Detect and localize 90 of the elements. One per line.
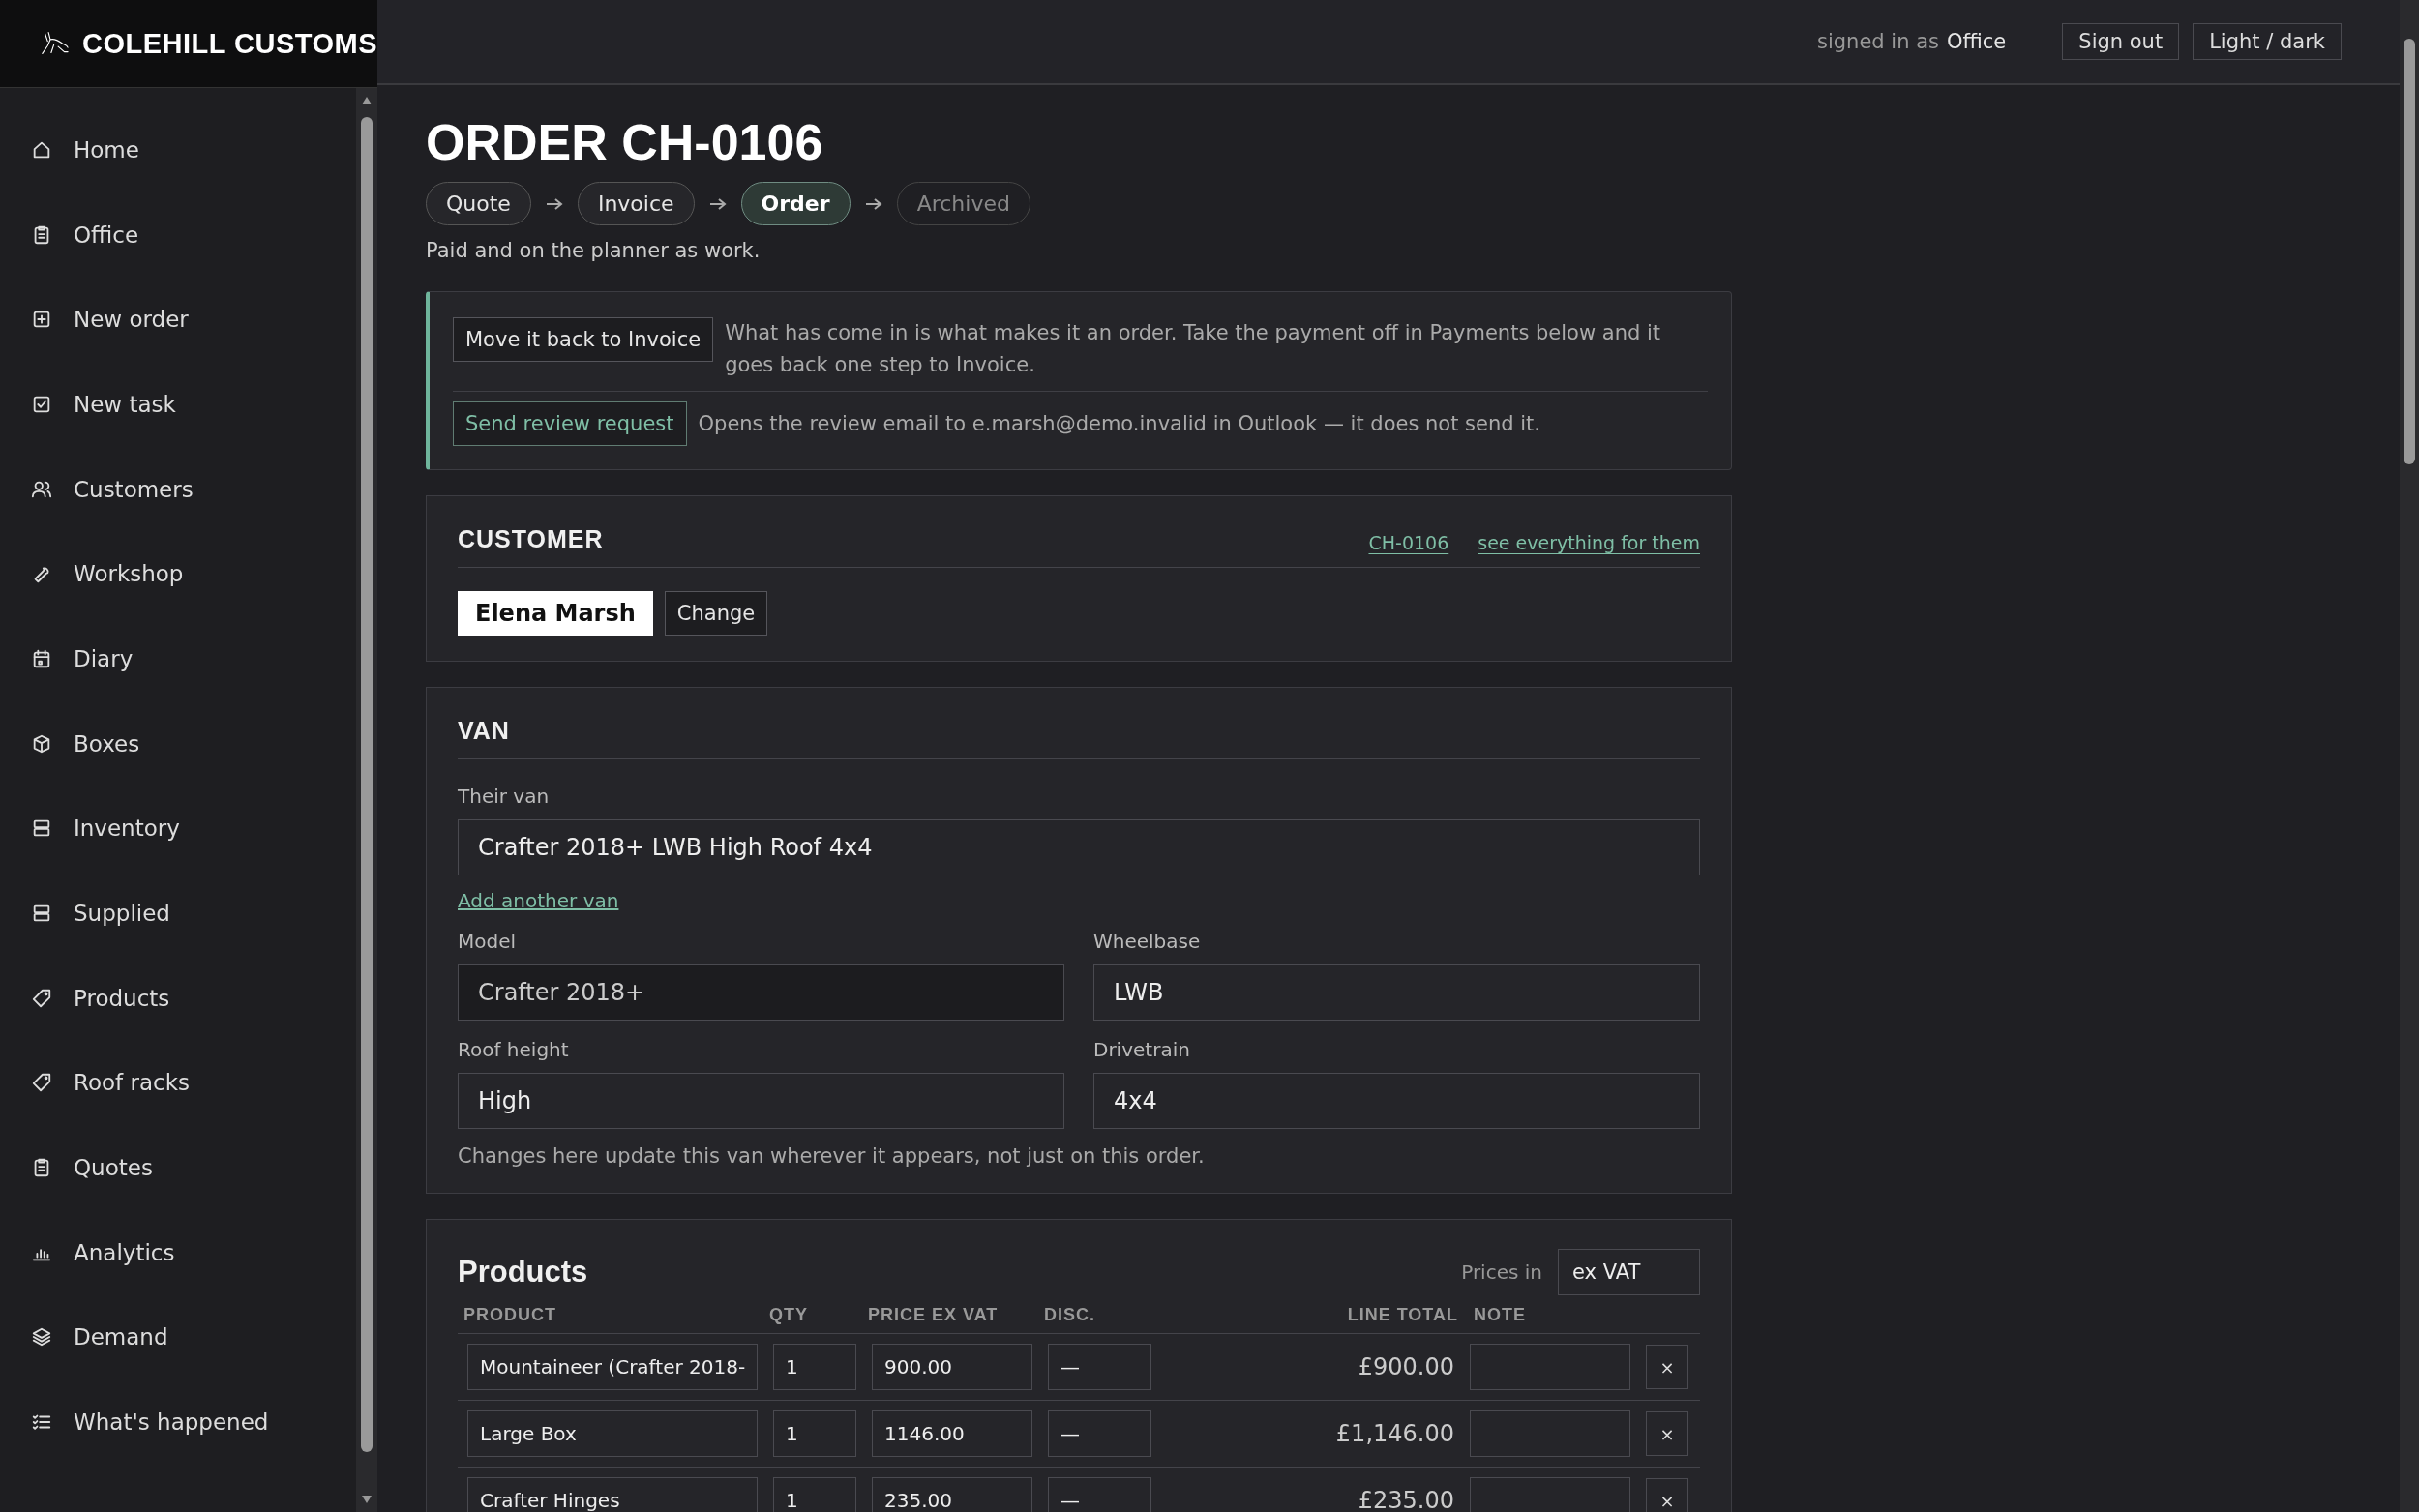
link[interactable]: see everything for them — [1478, 532, 1700, 554]
nav-item[interactable]: Diary — [0, 616, 356, 701]
brand-name: COLEHILL CUSTOMS — [82, 27, 377, 60]
nav-item[interactable]: What's happened — [0, 1379, 356, 1465]
arrow-icon — [863, 195, 883, 212]
remove-button[interactable]: × — [1646, 1411, 1688, 1457]
column-header: QTY — [769, 1305, 809, 1326]
nav-item[interactable]: Supplied — [0, 871, 356, 956]
change-button[interactable]: Change — [664, 591, 768, 637]
stage-pill[interactable]: Order — [740, 182, 851, 226]
tag-icon — [31, 987, 52, 1009]
column-header: NOTE — [1474, 1305, 1527, 1326]
input-field[interactable] — [1470, 1477, 1630, 1512]
line-total: £235.00 — [1357, 1487, 1454, 1512]
scroll-down-icon[interactable] — [361, 1495, 373, 1504]
arrow-icon — [544, 195, 564, 212]
input-field[interactable] — [1470, 1344, 1630, 1391]
remove-button[interactable]: × — [1646, 1478, 1688, 1512]
nav-item[interactable]: Analytics — [0, 1209, 356, 1295]
action-button[interactable]: Move it back to Invoice — [453, 317, 714, 363]
nav-item[interactable]: Boxes — [0, 700, 356, 786]
scroll-thumb[interactable] — [361, 117, 373, 1452]
input-field[interactable]: — — [1048, 1410, 1151, 1458]
select-field[interactable]: ex VAT — [1558, 1249, 1700, 1296]
input-field[interactable]: 235.00 — [872, 1477, 1032, 1512]
help-text: Changes here update this van wherever it appears, not just on this order. — [458, 1144, 1206, 1169]
link[interactable]: CH-0106 — [1368, 532, 1449, 554]
field-label: Prices in — [1461, 1260, 1542, 1285]
status-note: Paid and on the planner as work. — [426, 239, 762, 263]
input-field[interactable]: 900.00 — [872, 1344, 1032, 1391]
section-heading: Products — [458, 1255, 588, 1290]
field-label: Roof height — [458, 1038, 570, 1062]
layers-icon — [31, 1326, 52, 1349]
nav-item[interactable]: Office — [0, 192, 356, 278]
customer-name[interactable]: Elena Marsh — [458, 591, 653, 637]
page-title: ORDER CH-0106 — [426, 113, 824, 172]
scroll-up-icon[interactable] — [361, 96, 373, 105]
field-label: Wheelbase — [1093, 930, 1202, 954]
column-header: PRICE EX VAT — [868, 1305, 1000, 1326]
input-field[interactable]: — — [1048, 1344, 1151, 1391]
field-label: Model — [458, 930, 518, 954]
stage-pill[interactable]: Invoice — [577, 182, 695, 226]
tag-icon — [31, 1072, 52, 1094]
action-description: Opens the review email to e.marsh@demo.invalid in Outlook — it does not send it. — [698, 410, 1540, 437]
input-field[interactable]: High — [458, 1073, 1064, 1130]
nav-item[interactable]: Customers — [0, 446, 356, 532]
user-name: Office — [1947, 30, 2007, 53]
nav-item[interactable]: Roof racks — [0, 1040, 356, 1126]
input-field[interactable]: Large Box — [467, 1410, 758, 1458]
column-header: DISC. — [1044, 1305, 1096, 1326]
input-field[interactable]: 1 — [773, 1410, 856, 1458]
nav-item[interactable]: Workshop — [0, 531, 356, 617]
input-field[interactable]: 4x4 — [1093, 1073, 1700, 1130]
input-field[interactable]: Crafter 2018+ LWB High Roof 4x4 — [458, 819, 1700, 876]
input-field[interactable]: 1 — [773, 1344, 856, 1391]
arrow-icon — [707, 195, 728, 212]
input-field[interactable]: Crafter Hinges — [467, 1477, 758, 1512]
add-van-link[interactable]: Add another van — [458, 889, 619, 913]
stage-pill[interactable]: Quote — [426, 182, 531, 226]
cube-icon — [31, 732, 52, 755]
input-field[interactable]: 1146.00 — [872, 1410, 1032, 1458]
input-field[interactable]: Mountaineer (Crafter 2018- — [467, 1344, 758, 1391]
action-button[interactable]: Send review request — [453, 401, 687, 447]
nav-item[interactable]: New task — [0, 362, 356, 447]
nav-item[interactable]: New order — [0, 277, 356, 363]
calendar-icon — [31, 647, 52, 669]
line-total: £900.00 — [1357, 1353, 1454, 1381]
input-field[interactable] — [1470, 1410, 1630, 1458]
signed-in-label: signed in as — [1817, 30, 1939, 53]
column-header: LINE TOTAL — [1346, 1305, 1458, 1326]
nav-item[interactable]: Home — [0, 107, 356, 193]
input-field[interactable]: LWB — [1093, 964, 1700, 1022]
header-button[interactable]: Light / dark — [2193, 23, 2342, 60]
line-total: £1,146.00 — [1334, 1420, 1454, 1448]
field-label: Their van — [458, 785, 551, 809]
input-field[interactable]: 1 — [773, 1477, 856, 1512]
nav-item[interactable]: Products — [0, 955, 356, 1041]
nav-item[interactable]: Demand — [0, 1294, 356, 1380]
header-button[interactable]: Sign out — [2062, 23, 2180, 60]
input-field[interactable]: — — [1048, 1477, 1151, 1512]
action-description: What has come in is what makes it an order. Take the payment off in Payments below and it goes back one step to Invoice. — [725, 320, 1662, 379]
section-heading: CUSTOMER — [458, 525, 604, 554]
field-label: Drivetrain — [1093, 1038, 1191, 1062]
remove-button[interactable]: × — [1646, 1345, 1688, 1390]
nav-item[interactable]: Inventory — [0, 786, 356, 872]
column-header: PRODUCT — [463, 1305, 557, 1326]
scrollbar[interactable] — [2400, 0, 2419, 1512]
nav-item[interactable]: Quotes — [0, 1125, 356, 1210]
section-heading: VAN — [458, 717, 510, 746]
input-field[interactable]: Crafter 2018+ — [458, 964, 1064, 1022]
